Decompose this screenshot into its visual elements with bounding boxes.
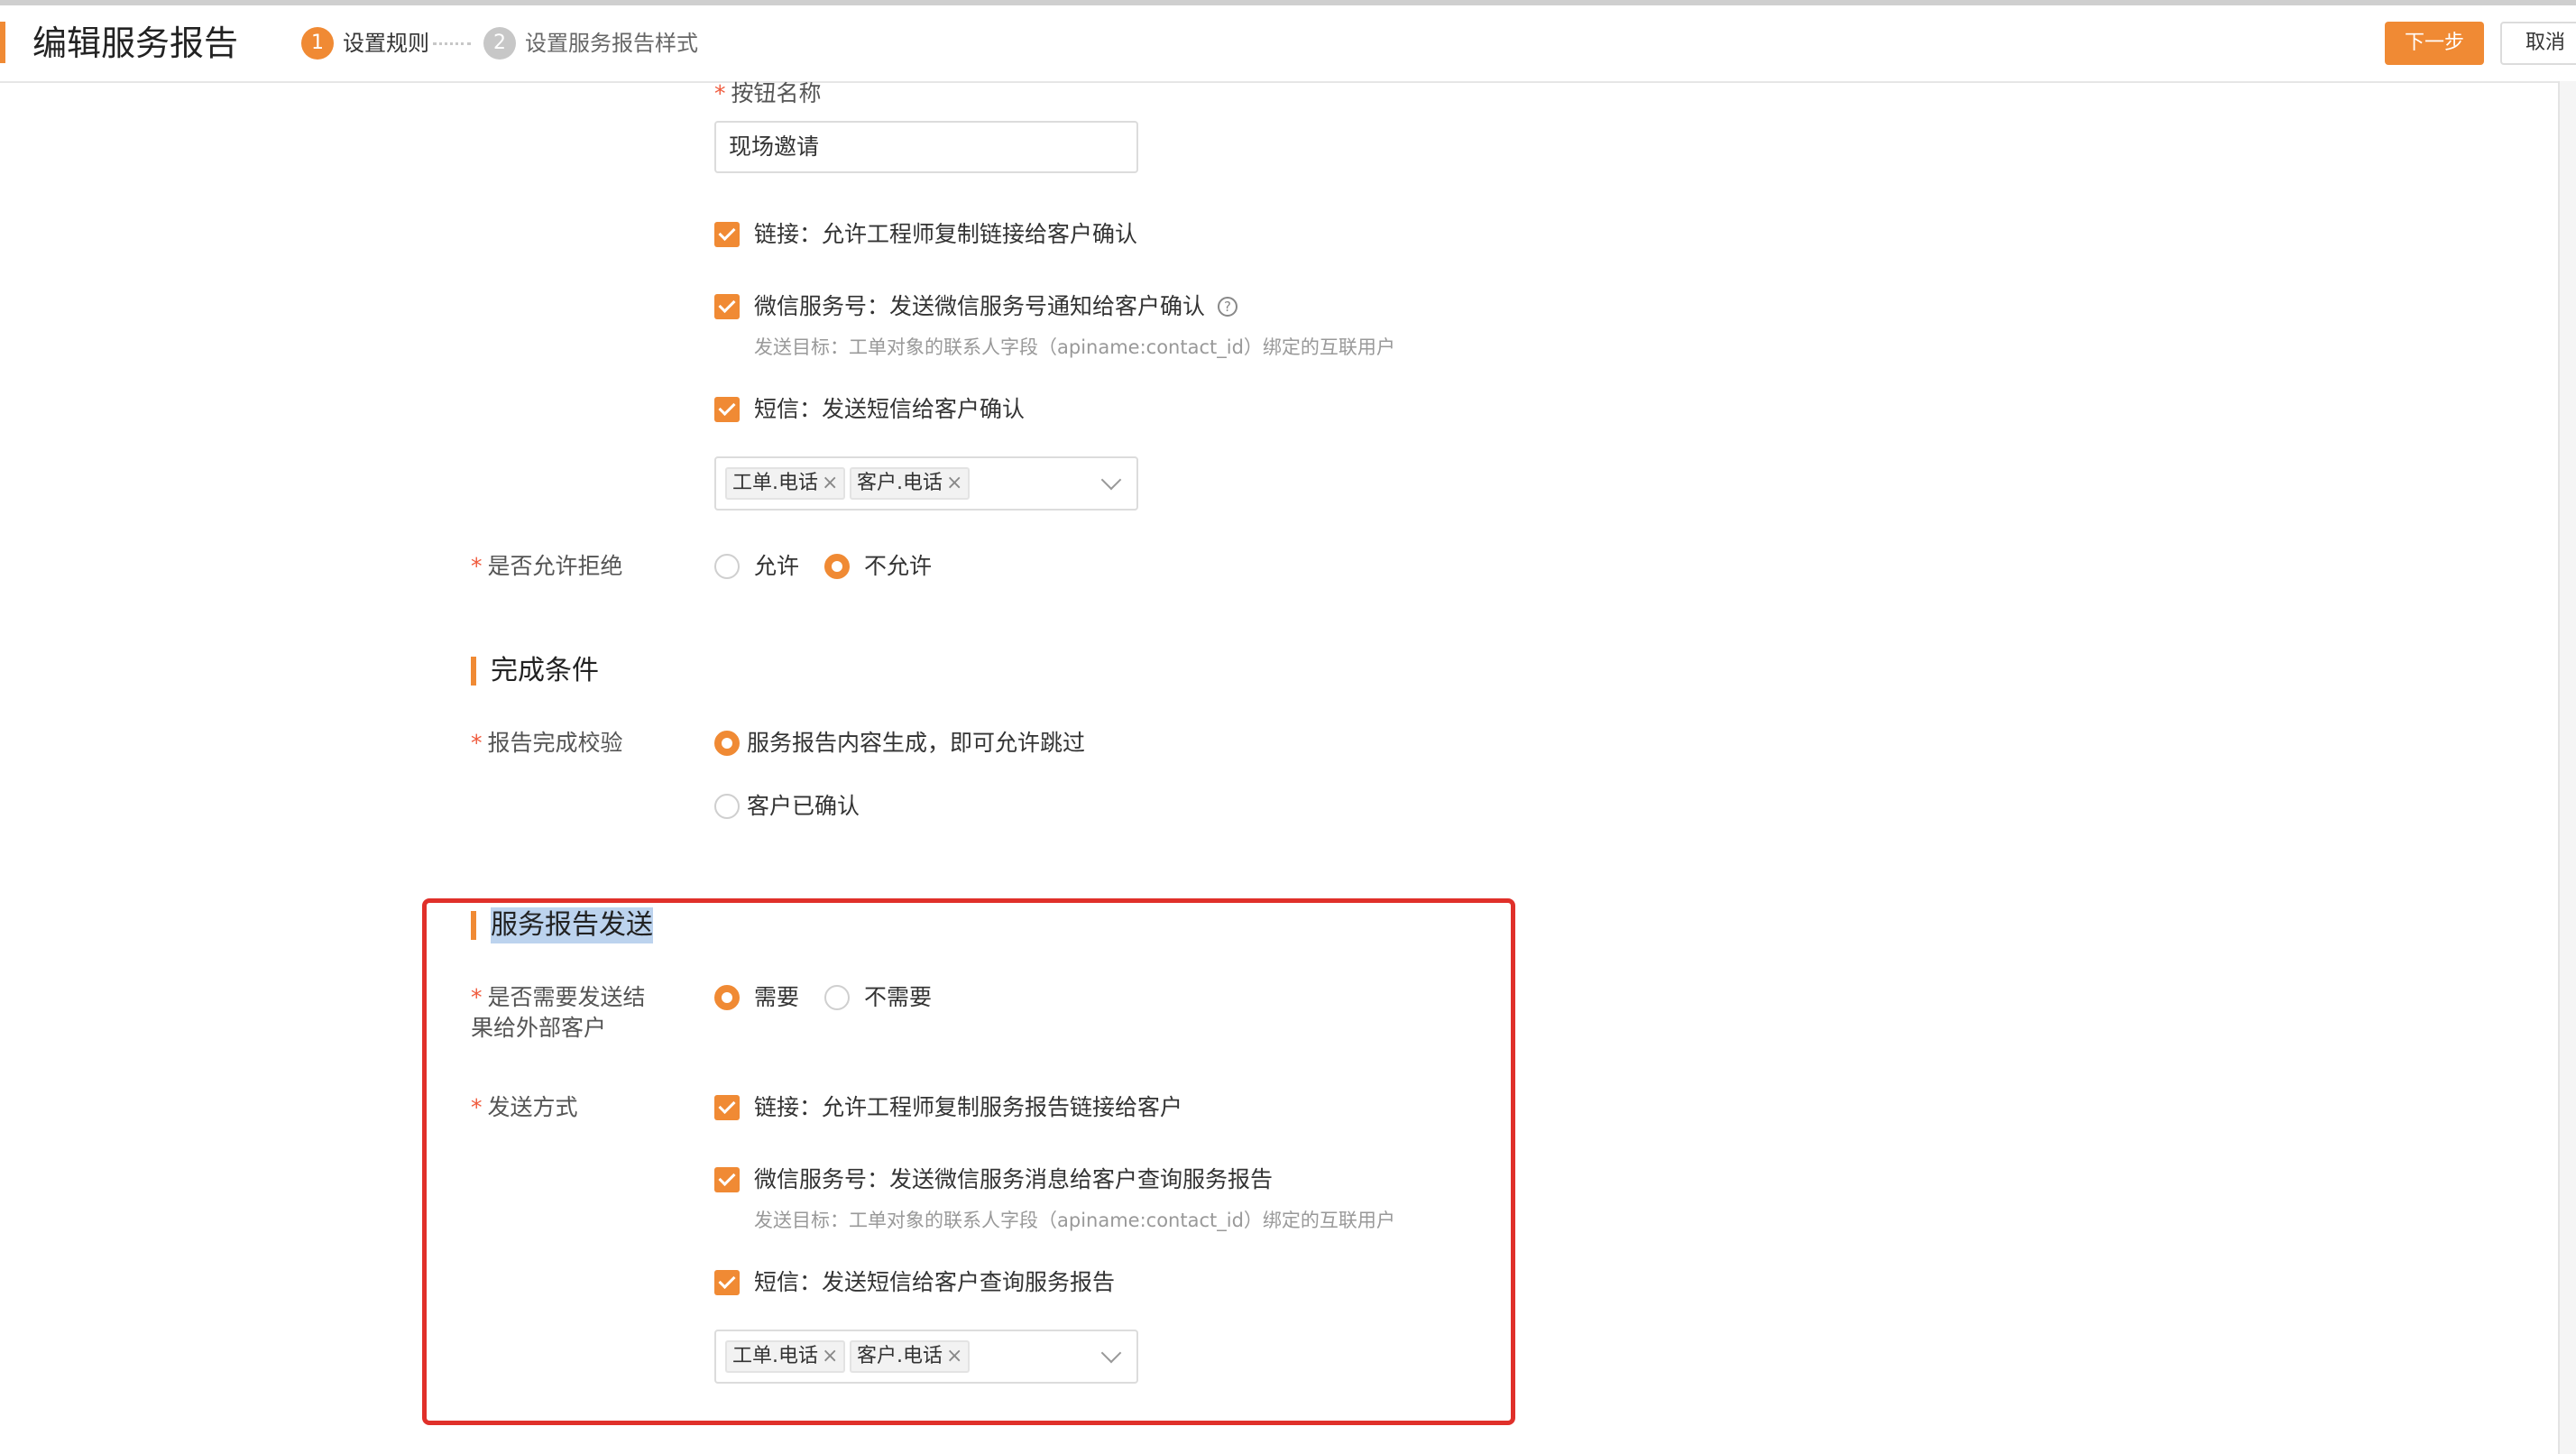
send-sms-label: 短信：发送短信给客户查询服务报告 bbox=[754, 1269, 1116, 1295]
help-question-icon[interactable]: ? bbox=[1218, 297, 1237, 317]
step-2-label[interactable]: 设置服务报告样式 bbox=[525, 27, 698, 60]
section-accent-bar bbox=[471, 911, 476, 940]
tag-remove-icon[interactable]: × bbox=[946, 472, 962, 494]
button-name-input[interactable]: 现场邀请 bbox=[714, 121, 1138, 173]
completion-radio-confirmed[interactable] bbox=[714, 794, 740, 819]
allow-reject-radio-disallow[interactable] bbox=[824, 554, 850, 579]
completion-section-title: 完成条件 bbox=[491, 655, 599, 686]
confirm-wechat-checkbox[interactable] bbox=[714, 294, 740, 319]
allow-reject-label: * 是否允许拒绝 bbox=[471, 553, 623, 579]
send-wechat-label: 微信服务号：发送微信服务消息给客户查询服务报告 bbox=[754, 1166, 1274, 1192]
send-method-label: * 发送方式 bbox=[471, 1094, 578, 1120]
chevron-down-icon bbox=[1100, 1342, 1122, 1364]
sending-section-title: 服务报告发送 bbox=[491, 907, 653, 943]
completion-check-label: * 报告完成校验 bbox=[471, 730, 623, 756]
step-connector bbox=[433, 42, 471, 45]
send-link-label: 链接：允许工程师复制服务报告链接给客户 bbox=[754, 1094, 1183, 1120]
confirm-link-label: 链接：允许工程师复制链接给客户确认 bbox=[754, 221, 1138, 247]
tag-customer-phone: 客户.电话 × bbox=[850, 467, 971, 500]
header-accent-bar bbox=[0, 22, 5, 63]
send-wechat-hint: 发送目标：工单对象的联系人字段（apiname:contact_id）绑定的互联… bbox=[754, 1210, 1395, 1231]
allow-reject-radio-allow[interactable] bbox=[714, 554, 740, 579]
send-need-label-line2: 果给外部客户 bbox=[471, 1015, 607, 1041]
vertical-scrollbar[interactable] bbox=[2558, 81, 2576, 1454]
send-sms-checkbox[interactable] bbox=[714, 1270, 740, 1295]
section-accent-bar bbox=[471, 657, 476, 686]
confirm-wechat-label: 微信服务号：发送微信服务号通知给客户确认 bbox=[754, 293, 1206, 319]
button-name-label: * 按钮名称 bbox=[714, 80, 822, 106]
step-1-label[interactable]: 设置规则 bbox=[343, 27, 429, 60]
send-wechat-checkbox[interactable] bbox=[714, 1167, 740, 1192]
step-1-number: 1 bbox=[301, 27, 334, 60]
tag-ticket-phone: 工单.电话 × bbox=[725, 1340, 846, 1373]
send-need-label: * 是否需要发送结 bbox=[471, 984, 646, 1010]
confirm-sms-recipients-select[interactable]: 工单.电话 × 客户.电话 × bbox=[714, 456, 1138, 511]
tag-ticket-phone: 工单.电话 × bbox=[725, 467, 846, 500]
confirm-sms-label: 短信：发送短信给客户确认 bbox=[754, 396, 1026, 422]
confirm-link-checkbox[interactable] bbox=[714, 222, 740, 247]
step-2-number: 2 bbox=[483, 27, 516, 60]
send-need-option-yes: 需要 bbox=[754, 984, 800, 1010]
tag-remove-icon[interactable]: × bbox=[822, 1345, 838, 1367]
tag-customer-phone: 客户.电话 × bbox=[850, 1340, 971, 1373]
cancel-button[interactable]: 取消 bbox=[2500, 22, 2576, 65]
allow-reject-option-allow: 允许 bbox=[754, 553, 800, 579]
send-need-option-no: 不需要 bbox=[864, 984, 933, 1010]
chevron-down-icon bbox=[1100, 469, 1122, 491]
send-sms-recipients-select[interactable]: 工单.电话 × 客户.电话 × bbox=[714, 1330, 1138, 1384]
allow-reject-option-disallow: 不允许 bbox=[864, 553, 933, 579]
completion-option-confirmed: 客户已确认 bbox=[747, 793, 860, 819]
confirm-wechat-hint: 发送目标：工单对象的联系人字段（apiname:contact_id）绑定的互联… bbox=[754, 336, 1395, 358]
page-title: 编辑服务报告 bbox=[32, 23, 239, 63]
completion-option-generated: 服务报告内容生成，即可允许跳过 bbox=[747, 730, 1086, 756]
confirm-sms-checkbox[interactable] bbox=[714, 397, 740, 422]
next-step-button[interactable]: 下一步 bbox=[2385, 22, 2484, 65]
send-link-checkbox[interactable] bbox=[714, 1095, 740, 1120]
tag-remove-icon[interactable]: × bbox=[822, 472, 838, 494]
tag-remove-icon[interactable]: × bbox=[946, 1345, 962, 1367]
send-need-radio-no[interactable] bbox=[824, 985, 850, 1010]
completion-radio-generated[interactable] bbox=[714, 731, 740, 756]
send-need-radio-yes[interactable] bbox=[714, 985, 740, 1010]
